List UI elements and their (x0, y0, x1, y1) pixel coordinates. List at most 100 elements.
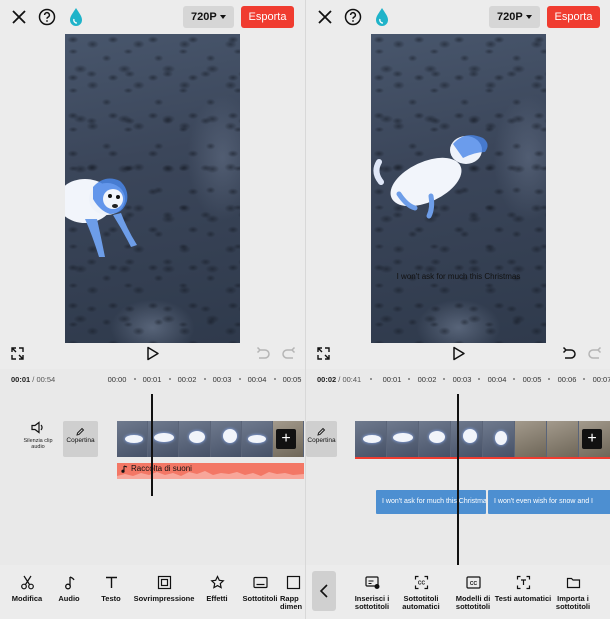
ruler-dot (370, 378, 372, 380)
clip-frame (451, 421, 483, 457)
undo-icon[interactable] (562, 347, 576, 360)
right-editor-panel: 720P Esporta I won't ask for much this C… (305, 0, 610, 619)
music-note-icon (64, 576, 75, 590)
star-effects-icon (209, 575, 225, 589)
help-icon[interactable] (38, 8, 56, 26)
video-preview[interactable] (65, 34, 240, 343)
bottom-toolbar: Inserisci i sottotitoli CC Sottotitoli a… (306, 565, 610, 619)
dog-image (65, 178, 137, 257)
ruler-dot (134, 378, 136, 380)
clip-frame (210, 421, 242, 457)
clip-frame (387, 421, 419, 457)
music-note-icon (121, 465, 128, 473)
tool-importa-sottotitoli[interactable]: Importa i sottotitoli (544, 575, 602, 611)
export-button[interactable]: Esporta (241, 6, 294, 28)
help-icon[interactable] (344, 8, 362, 26)
chevron-left-icon (319, 584, 328, 598)
add-clip-button[interactable]: + (582, 429, 602, 449)
svg-text:CC: CC (417, 581, 425, 587)
pencil-icon (76, 427, 85, 436)
redo-icon[interactable] (588, 347, 602, 360)
ruler-dot (169, 378, 171, 380)
playhead[interactable] (151, 394, 153, 496)
top-bar: 720P Esporta (0, 0, 305, 34)
resolution-label: 720P (497, 11, 523, 23)
ruler-dot (478, 378, 480, 380)
ruler-dot (408, 378, 410, 380)
fullscreen-icon[interactable] (317, 347, 330, 360)
ruler-tick: 00:03 (452, 375, 472, 384)
ruler-tick: 00:04 (247, 375, 267, 384)
chevron-down-icon (219, 15, 226, 19)
caption-overlay[interactable]: I won't ask for much this Christmas (371, 272, 546, 281)
clip-frame (117, 421, 149, 457)
undo-icon[interactable] (256, 347, 270, 360)
clip-frame (419, 421, 451, 457)
auto-text-icon (516, 575, 530, 590)
tool-rapporto-dimensioni[interactable]: Rapp dimen (280, 575, 305, 611)
ruler-tick: 00:05 (282, 375, 302, 384)
time-ruler[interactable]: 00:01 / 00:54 00:00 00:01 00:02 00:03 00… (0, 369, 305, 389)
aspect-ratio-icon (286, 575, 301, 590)
mute-label: Silenzia clip audio (23, 438, 53, 450)
auto-subtitles-icon: CC (414, 575, 428, 590)
water-drop-icon[interactable] (68, 7, 84, 27)
video-preview[interactable]: I won't ask for much this Christmas (371, 34, 546, 343)
tool-label: Importa i sottotitoli (555, 594, 591, 611)
resolution-dropdown[interactable]: 720P (489, 6, 540, 28)
play-icon[interactable] (452, 346, 466, 361)
subtitle-clip[interactable]: I won't ask for much this Christmas (376, 490, 486, 514)
clip-frame (355, 421, 387, 457)
time-ruler[interactable]: 00:02 / 00:41 00:01 00:02 00:03 00:04 00… (306, 369, 610, 389)
current-time: 00:01 / 00:54 (11, 375, 56, 384)
ruler-tick: 00:06 (557, 375, 577, 384)
export-button[interactable]: Esporta (547, 6, 600, 28)
mute-clip-audio-button[interactable]: Silenzia clip audio (18, 421, 58, 450)
ruler-dot (443, 378, 445, 380)
preview-controls (0, 343, 305, 365)
tool-sottotitoli-automatici[interactable]: CC Sottotitoli automatici (392, 575, 450, 611)
playhead[interactable] (457, 394, 459, 565)
chevron-down-icon (525, 15, 532, 19)
text-icon (105, 576, 117, 588)
dog-image (373, 135, 488, 219)
clip-frame (483, 421, 515, 457)
top-bar: 720P Esporta (306, 0, 610, 34)
close-icon[interactable] (316, 8, 334, 26)
add-clip-button[interactable]: + (276, 429, 296, 449)
subtitles-icon (252, 576, 268, 589)
preview-controls (306, 343, 610, 365)
resolution-dropdown[interactable]: 720P (183, 6, 234, 28)
audio-track[interactable]: Raccolta di suoni (117, 463, 304, 479)
redo-icon[interactable] (282, 347, 296, 360)
cover-button[interactable]: Copertina (306, 421, 337, 457)
timeline[interactable]: 00:01 / 00:54 00:00 00:01 00:02 00:03 00… (0, 369, 305, 565)
play-icon[interactable] (146, 346, 160, 361)
pencil-icon (317, 427, 326, 436)
insert-subtitles-icon (364, 576, 379, 589)
video-clip-track[interactable] (355, 421, 610, 459)
ruler-tick: 00:01 (382, 375, 402, 384)
resolution-label: 720P (191, 11, 217, 23)
ruler-dot (513, 378, 515, 380)
fullscreen-icon[interactable] (11, 347, 24, 360)
close-icon[interactable] (10, 8, 28, 26)
audio-label: Raccolta di suoni (121, 464, 192, 473)
cover-button[interactable]: Copertina (63, 421, 98, 457)
scissors-icon (20, 575, 34, 590)
ruler-dot (583, 378, 585, 380)
subtitle-clip[interactable]: I won't even wish for snow and I (488, 490, 610, 514)
timeline[interactable]: 00:02 / 00:41 00:01 00:02 00:03 00:04 00… (306, 369, 610, 565)
clip-frame (547, 421, 579, 457)
folder-icon (566, 577, 580, 589)
back-button[interactable] (312, 571, 336, 611)
ruler-dot (548, 378, 550, 380)
water-drop-icon[interactable] (374, 7, 390, 27)
ruler-tick: 00:04 (487, 375, 507, 384)
cover-label: Copertina (307, 437, 336, 444)
bottom-toolbar: Modifica Audio Testo Sovrimpressione Eff… (0, 565, 305, 619)
ruler-dot (274, 378, 276, 380)
tool-label: Sottotitoli automatici (402, 594, 440, 611)
cover-label: Copertina (66, 437, 95, 444)
clip-frame (515, 421, 547, 457)
